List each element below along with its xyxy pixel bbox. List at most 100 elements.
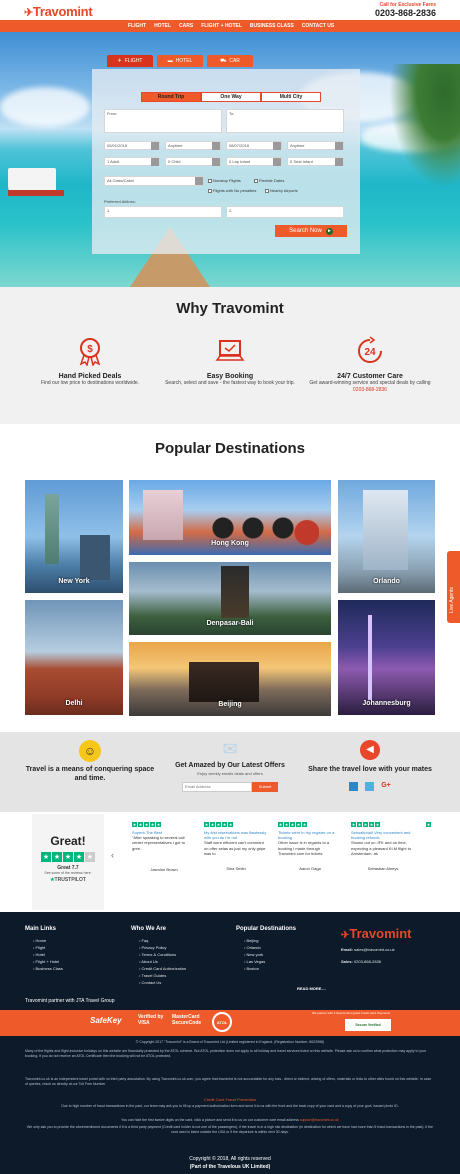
return-time[interactable]: Anytime	[287, 141, 344, 150]
nav-hotel[interactable]: HOTEL	[150, 20, 175, 32]
footer-link[interactable]: Hotel	[33, 951, 63, 958]
twitter-icon[interactable]	[365, 781, 375, 791]
nearby-checkbox[interactable]: Nearby Airports	[265, 188, 298, 193]
footer-link[interactable]: Travel Guides	[139, 972, 186, 979]
adults-select[interactable]: 1 Adult	[104, 157, 160, 166]
trustpilot-logo: ★TRUSTPILOT	[50, 877, 86, 883]
dest-label: Hong Kong	[211, 540, 249, 547]
checkbox-box	[254, 178, 258, 183]
dest-orlando[interactable]: Orlando	[338, 480, 435, 593]
tab-car[interactable]: ⛟ CAR	[207, 55, 253, 67]
dest-denpasar-bali[interactable]: Denpasar-Bali	[129, 562, 331, 635]
footer-link[interactable]: Orlando	[244, 944, 296, 951]
footer-link[interactable]: Beijing	[244, 937, 296, 944]
nav-business-class[interactable]: BUSINESS CLASS	[246, 20, 298, 32]
share-icon: ◀	[360, 740, 380, 760]
footer-link[interactable]: Flight	[33, 944, 63, 951]
review-title[interactable]: Sensational! Very convenient and booking…	[351, 830, 415, 840]
boat-hull	[8, 190, 64, 196]
call-box: Call for Exclusive Fares 0203-868-2836	[375, 2, 436, 18]
nav-contact-us[interactable]: CONTACT US	[298, 20, 338, 32]
to-input[interactable]: To:	[226, 109, 344, 133]
car-icon: ⛟	[220, 57, 227, 64]
read-more-link[interactable]: READ MORE....	[297, 986, 326, 991]
review-card: ★ ★ ★ ★ ★ Sensational! Very convenient and b…	[351, 822, 415, 871]
trip-one-way[interactable]: One Way	[201, 92, 261, 102]
trip-round[interactable]: Round Trip	[141, 92, 201, 102]
card-stars: ★ ★ ★ ★ ★	[351, 821, 380, 827]
footer-link[interactable]: Terms & Conditions	[139, 951, 186, 958]
airline-input-1[interactable]: 1.	[104, 206, 222, 218]
footer-link[interactable]: Faq	[139, 937, 186, 944]
safekey-logo: SafeKey	[90, 1016, 122, 1025]
review-title[interactable]: Tickets were in my register on a booking	[278, 830, 342, 840]
plane-icon: ✈	[117, 58, 122, 64]
card-stars: ★ ★ ★ ★ ★	[278, 821, 307, 827]
footer-link[interactable]: Privacy Policy	[139, 944, 186, 951]
airline-input-2[interactable]: 2.	[226, 206, 344, 218]
preferred-airlines-label: Preferred Airlines:	[104, 199, 136, 204]
disclaimer: Travomint.co.uk is an independent travel…	[25, 1077, 432, 1086]
depart-time[interactable]: Anytime	[165, 141, 221, 150]
dest-johannesburg[interactable]: Johannesburg	[338, 600, 435, 715]
copyright-line: © Copyright 2017 "Travomint" is a Brand …	[135, 1040, 325, 1044]
footer-heading: Who We Are	[131, 926, 167, 932]
children-select[interactable]: 0 Child	[165, 157, 221, 166]
nav-cars[interactable]: CARS	[175, 20, 197, 32]
footer-link[interactable]: Las Vegas	[244, 958, 296, 965]
review-title[interactable]: My first reservations was flawlessly wit…	[204, 830, 268, 840]
dest-delhi[interactable]: Delhi	[25, 600, 123, 715]
bed-icon: ▬	[167, 58, 173, 64]
footer-link[interactable]: Flight + Hotel	[33, 958, 63, 965]
footer-link[interactable]: About Us	[139, 958, 186, 965]
tab-flight[interactable]: ✈ FLIGHT	[107, 55, 153, 67]
nonstop-checkbox[interactable]: Nonstop Flights	[208, 178, 241, 183]
footer-logo: ✈Travomint	[341, 926, 412, 941]
lap-infant-select[interactable]: 0 Lap Infant	[226, 157, 282, 166]
footer-link[interactable]: New york	[244, 951, 296, 958]
castle-shape	[363, 490, 408, 570]
penalty-checkbox[interactable]: Flights with No penalties	[208, 188, 256, 193]
submit-button[interactable]: Submit	[252, 781, 278, 792]
arrow-right-icon: ▸	[325, 227, 333, 235]
facebook-icon[interactable]	[349, 781, 359, 791]
header-phone[interactable]: 0203-868-2836	[375, 8, 436, 18]
footer-link[interactable]: Boston	[244, 965, 296, 972]
footer-link[interactable]: Home	[33, 937, 63, 944]
cabin-select[interactable]: All Class/Cabin	[104, 176, 204, 186]
footer-link[interactable]: Contact Us	[139, 979, 186, 986]
review-headline: Great!	[50, 834, 86, 848]
mail-icon: ✉	[222, 739, 238, 759]
email-input[interactable]	[182, 781, 252, 792]
google-plus-icon[interactable]: G+	[381, 782, 391, 791]
depart-date[interactable]: 05/01/2018	[104, 141, 160, 150]
feature-deals: $ Hand Picked Deals Find our low price t…	[20, 336, 160, 387]
footer-link[interactable]: Credit Card Authorization	[139, 965, 187, 972]
seat-infant-select[interactable]: 0 Seat Infant	[287, 157, 344, 166]
dest-beijing[interactable]: Beijing	[129, 642, 331, 716]
trip-multi-city[interactable]: Multi City	[261, 92, 321, 102]
from-input[interactable]: From:	[104, 109, 222, 133]
dest-new-york[interactable]: New York	[25, 480, 123, 593]
footer-popular: Popular Destinations Beijing Orlando New…	[236, 926, 296, 972]
search-now-button[interactable]: Search Now ▸	[275, 225, 347, 237]
flexible-checkbox[interactable]: Flexible Dates	[254, 178, 284, 183]
live-agents-tab[interactable]: Live Agents	[447, 551, 460, 623]
calendar-icon	[273, 142, 281, 150]
feature-care: 24 24/7 Customer Care Get award-winning …	[300, 336, 440, 393]
care-phone[interactable]: 0203-868-2836	[300, 387, 440, 394]
return-date[interactable]: 08/07/2018	[226, 141, 282, 150]
laptop-icon	[215, 340, 245, 361]
bottom-copyright: Copyright © 2018, All rights reserved	[189, 1156, 271, 1162]
visa-logo: Verified by VISA	[138, 1014, 164, 1026]
dest-label: Denpasar-Bali	[206, 620, 254, 627]
feature-desc: Search, select and save - the fastest wa…	[165, 380, 295, 386]
footer-link[interactable]: Business Class	[33, 965, 63, 972]
nav-flight-hotel[interactable]: FLIGHT + HOTEL	[197, 20, 246, 32]
tab-hotel[interactable]: ▬ HOTEL	[157, 55, 203, 67]
dest-hong-kong[interactable]: Hong Kong	[129, 480, 331, 555]
card-stars: ★ ★ ★ ★ ★	[204, 821, 233, 827]
brand-logo[interactable]: ✈Travomint	[24, 4, 93, 19]
nav-flight[interactable]: FLIGHT	[124, 20, 150, 32]
reviews-prev-arrow[interactable]: ‹	[111, 850, 114, 860]
